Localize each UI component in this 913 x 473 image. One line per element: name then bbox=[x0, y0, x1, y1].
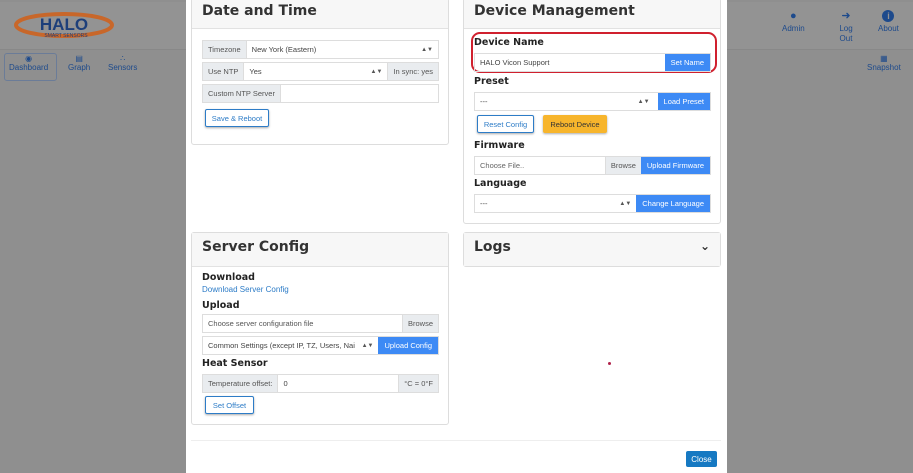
logs-header[interactable]: Logs ⌄ bbox=[464, 233, 720, 266]
halo-logo: HALO SMART SENSORS bbox=[14, 12, 114, 39]
graph-icon: ▤ bbox=[75, 54, 83, 63]
card-title: Date and Time bbox=[192, 0, 448, 29]
firmware-browse-button[interactable]: Browse bbox=[604, 157, 641, 174]
set-name-button[interactable]: Set Name bbox=[664, 54, 710, 71]
snapshot-icon: ▦ bbox=[880, 54, 888, 63]
nav-sensors[interactable]: ∴ Sensors bbox=[108, 54, 137, 72]
upload-config-button[interactable]: Upload Config bbox=[378, 337, 438, 354]
select-caret-icon: ▲▼ bbox=[637, 98, 650, 105]
nav-graph[interactable]: ▤ Graph bbox=[68, 54, 90, 72]
chevron-down-icon[interactable]: ⌄ bbox=[700, 239, 710, 262]
logout-icon: ➜ bbox=[841, 10, 851, 22]
select-caret-icon: ▲▼ bbox=[370, 68, 383, 75]
preset-select[interactable]: --- ▲▼ Load Preset bbox=[474, 92, 711, 111]
language-select[interactable]: --- ▲▼ Change Language bbox=[474, 194, 711, 213]
nav-dashboard[interactable]: ◉ Dashboard bbox=[9, 54, 48, 72]
download-config-link[interactable]: Download Server Config bbox=[202, 285, 289, 294]
timezone-select[interactable]: Timezone New York (Eastern) ▲▼ bbox=[202, 40, 439, 59]
ntp-select[interactable]: Use NTP Yes ▲▼ In sync: yes bbox=[202, 62, 439, 81]
reset-config-button[interactable]: Reset Config bbox=[477, 115, 534, 133]
logs-card[interactable]: Logs ⌄ bbox=[463, 232, 721, 267]
set-offset-button[interactable]: Set Offset bbox=[205, 396, 254, 414]
svg-text:HALO: HALO bbox=[40, 15, 88, 34]
info-icon: i bbox=[882, 10, 895, 22]
reboot-device-button[interactable]: Reboot Device bbox=[543, 115, 607, 133]
admin-button[interactable]: ● Admin bbox=[782, 10, 805, 34]
footer-divider bbox=[191, 440, 721, 441]
loading-dot bbox=[608, 362, 611, 365]
sync-status: In sync: yes bbox=[388, 63, 438, 80]
date-time-card: Date and Time Timezone New York (Eastern)… bbox=[191, 0, 449, 145]
svg-text:SMART SENSORS: SMART SENSORS bbox=[44, 33, 88, 39]
save-reboot-button[interactable]: Save & Reboot bbox=[205, 109, 269, 127]
user-icon: ● bbox=[790, 10, 797, 22]
config-file-input[interactable]: Choose server configuration file Browse bbox=[202, 314, 439, 333]
firmware-file-input[interactable]: Choose File.. Browse Upload Firmware bbox=[474, 156, 711, 175]
select-caret-icon: ▲▼ bbox=[421, 46, 433, 53]
load-preset-button[interactable]: Load Preset bbox=[657, 93, 710, 110]
close-button[interactable]: Close bbox=[686, 451, 717, 467]
settings-modal: Date and Time Timezone New York (Eastern)… bbox=[186, 0, 727, 473]
card-title: Server Config bbox=[192, 233, 448, 267]
change-language-button[interactable]: Change Language bbox=[636, 195, 710, 212]
about-button[interactable]: i About bbox=[878, 10, 899, 34]
temperature-offset-input[interactable]: Temperature offset: 0 °C = 0°F bbox=[202, 374, 439, 393]
select-caret-icon: ▲▼ bbox=[361, 342, 374, 349]
logout-button[interactable]: ➜ Log Out bbox=[836, 10, 856, 44]
config-browse-button[interactable]: Browse bbox=[401, 315, 438, 332]
custom-ntp-input[interactable]: Custom NTP Server bbox=[202, 84, 439, 103]
device-management-card: Device Management Device Name HALO Vicon… bbox=[463, 0, 721, 224]
config-mode-select[interactable]: Common Settings (except IP, TZ, Users, N… bbox=[202, 336, 439, 355]
device-name-input[interactable]: HALO Vicon Support Set Name bbox=[474, 53, 711, 72]
select-caret-icon: ▲▼ bbox=[619, 200, 632, 207]
sensors-icon: ∴ bbox=[120, 54, 126, 63]
card-title: Device Management bbox=[464, 0, 720, 29]
dashboard-icon: ◉ bbox=[25, 54, 33, 63]
snapshot-button[interactable]: ▦ Snapshot bbox=[867, 54, 901, 72]
upload-firmware-button[interactable]: Upload Firmware bbox=[640, 157, 710, 174]
server-config-card: Server Config Download Download Server C… bbox=[191, 232, 449, 425]
